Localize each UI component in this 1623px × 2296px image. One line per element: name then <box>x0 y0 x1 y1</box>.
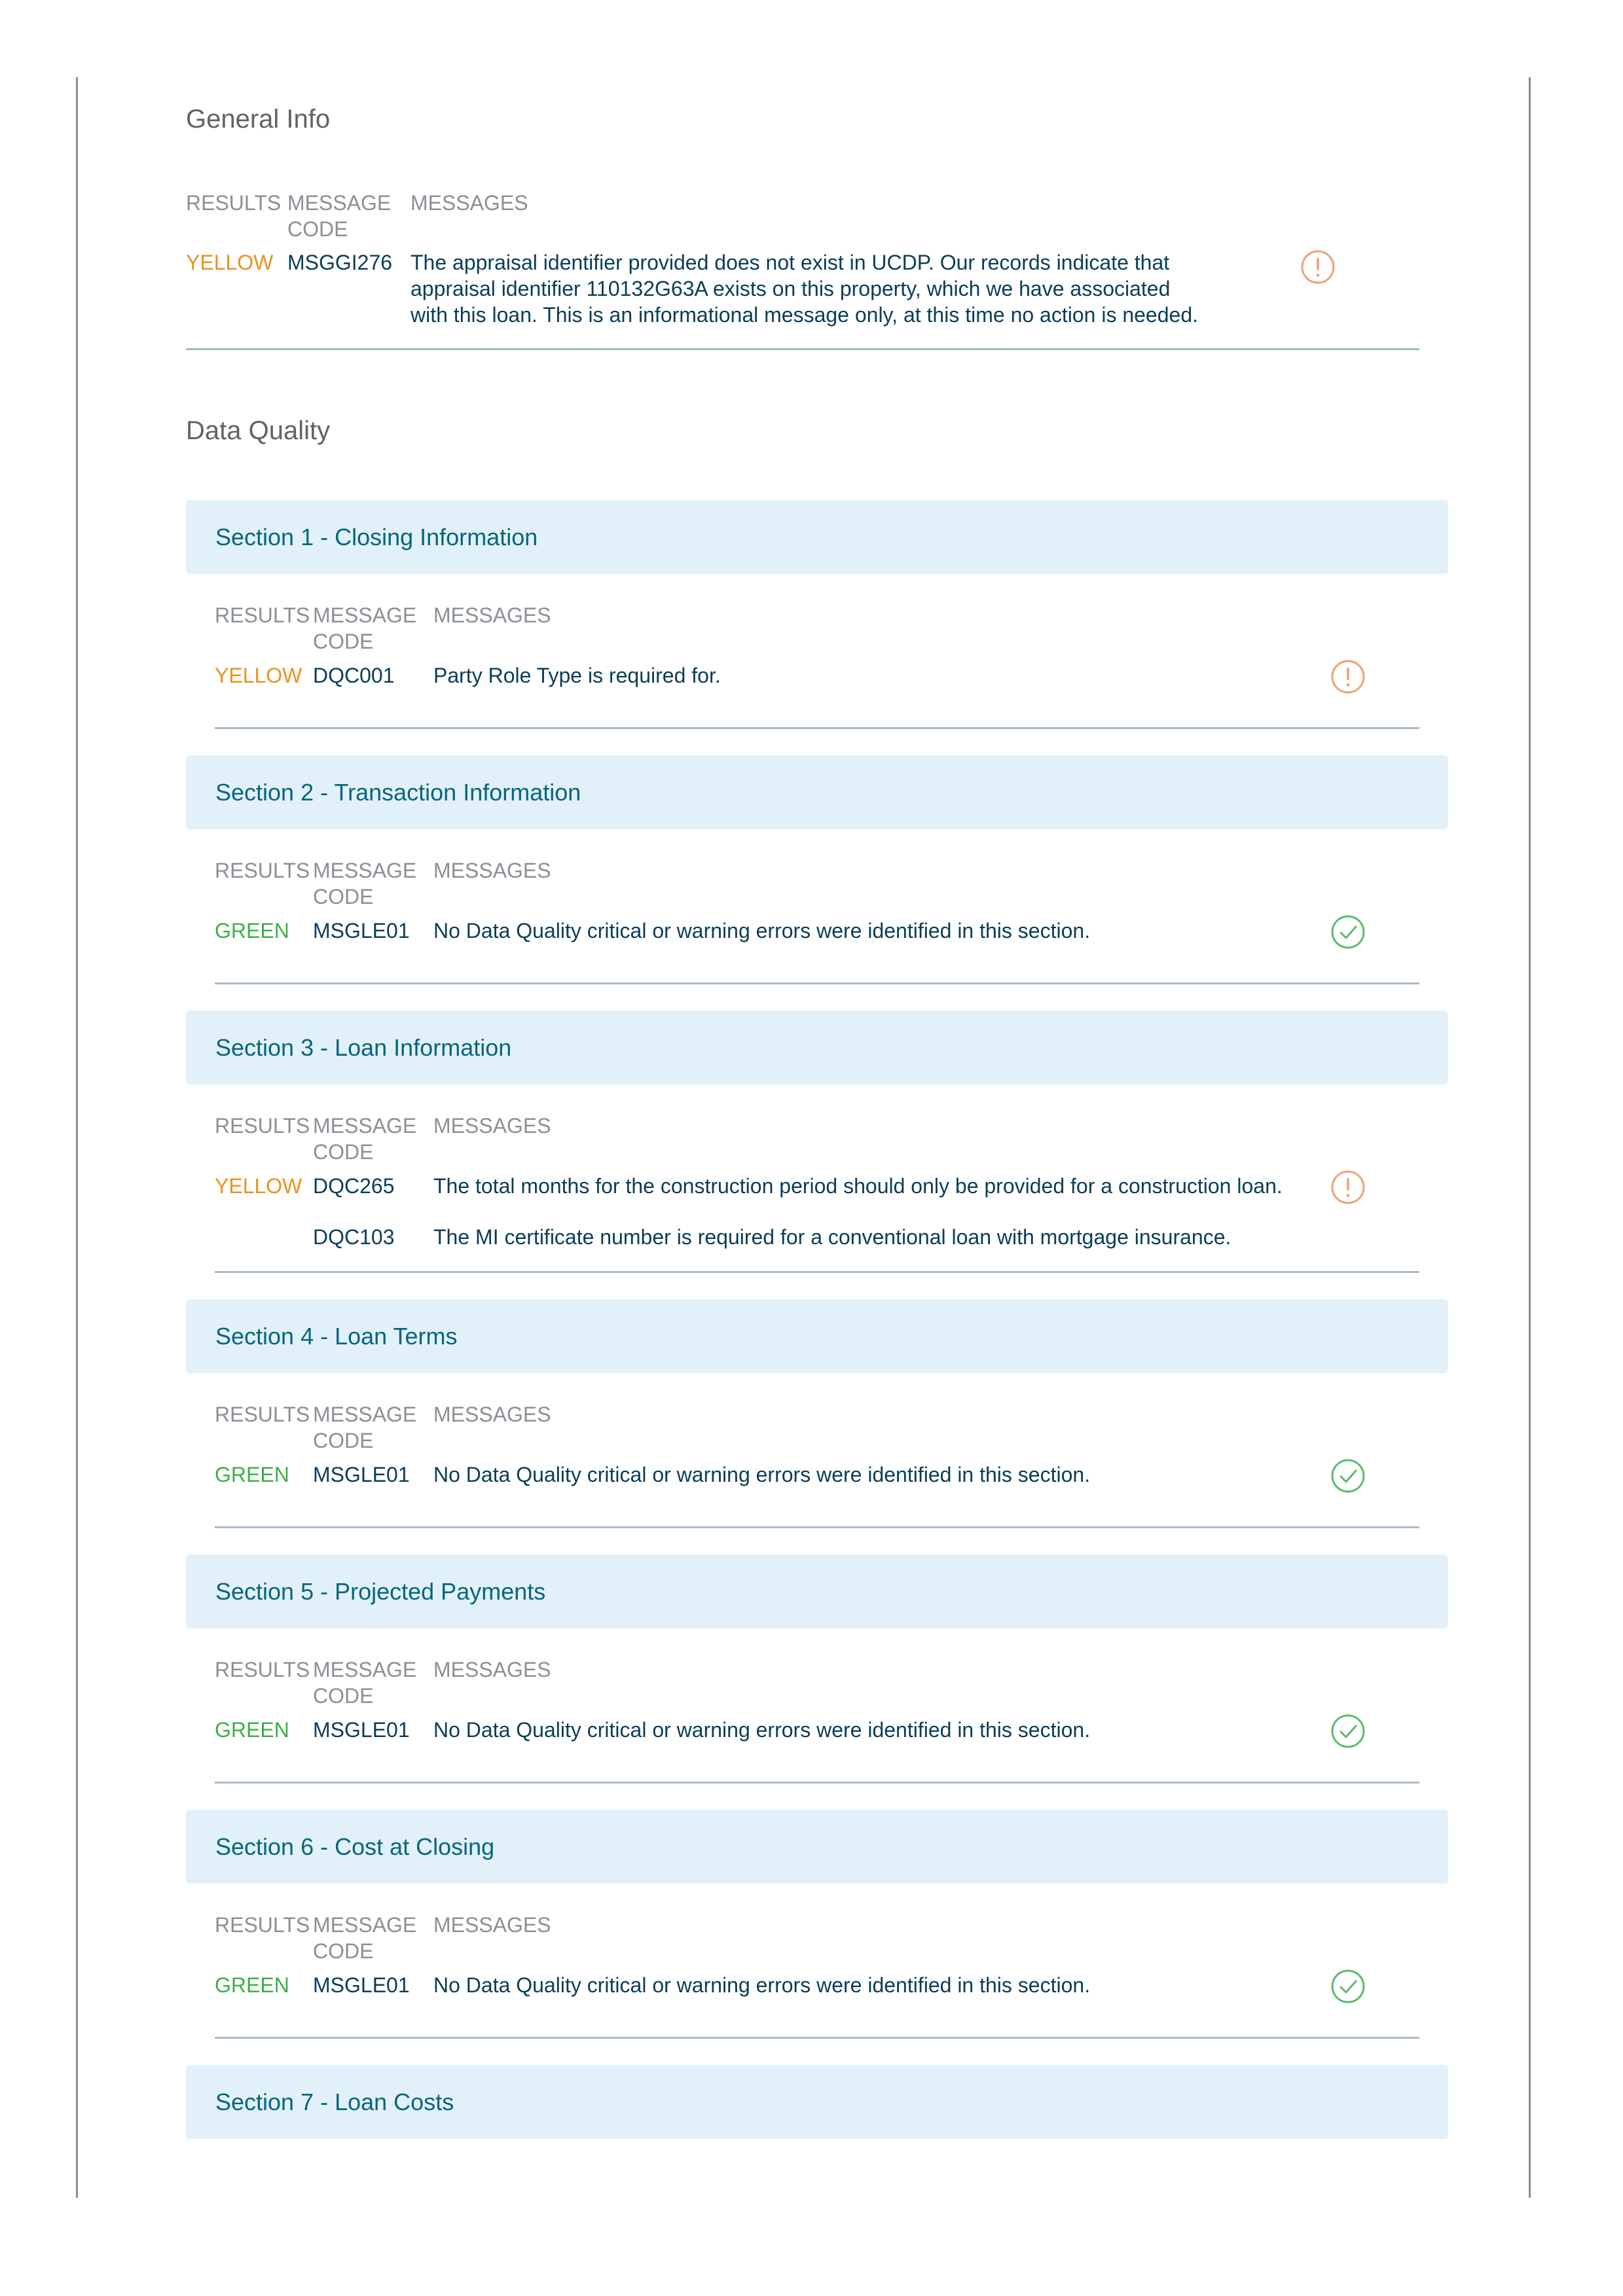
section-header-5: Section 5 - Projected Payments <box>186 1554 1448 1628</box>
row-divider <box>215 1526 1419 1528</box>
message-code: MSGLE01 <box>313 1973 410 1997</box>
result-status: GREEN <box>215 1718 289 1742</box>
message-code-header-2: CODE <box>313 1684 374 1708</box>
message-code-header-1: MESSAGE <box>313 1658 417 1681</box>
section-header-1: Section 1 - Closing Information <box>186 500 1448 574</box>
message-text: The total months for the construction pe… <box>433 1174 1283 1198</box>
section-title: Section 5 - Projected Payments <box>215 1578 546 1605</box>
row-divider <box>215 727 1419 729</box>
section-title: Section 1 - Closing Information <box>215 524 538 550</box>
section-header-2: Section 2 - Transaction Information <box>186 755 1448 829</box>
check-circle-icon <box>1330 1458 1366 1494</box>
general-info-title: General Info <box>186 105 331 134</box>
message-text-line-1: The appraisal identifier provided does n… <box>410 251 1170 274</box>
message-text: No Data Quality critical or warning erro… <box>433 1718 1091 1742</box>
result-status: YELLOW <box>186 251 274 274</box>
message-code: MSGLE01 <box>313 1463 410 1486</box>
row-divider <box>215 1271 1419 1273</box>
message-text: The MI certificate number is required fo… <box>433 1225 1231 1249</box>
warning-icon <box>1300 249 1336 285</box>
message-code-header-1: MESSAGE <box>287 191 392 215</box>
message-code-header-1: MESSAGE <box>313 1114 417 1138</box>
section-header-6: Section 6 - Cost at Closing <box>186 1810 1448 1884</box>
section-title: Section 2 - Transaction Information <box>215 779 581 806</box>
check-circle-icon <box>1330 1969 1366 2004</box>
message-code-header-2: CODE <box>313 630 374 653</box>
message-text: No Data Quality critical or warning erro… <box>433 919 1091 942</box>
results-header: RESULTS <box>215 1658 310 1681</box>
results-header: RESULTS <box>215 1913 310 1937</box>
messages-header: MESSAGES <box>433 1913 551 1937</box>
results-header: RESULTS <box>215 1403 310 1426</box>
data-quality-title: Data Quality <box>186 416 331 445</box>
check-circle-icon <box>1330 914 1366 950</box>
row-divider <box>186 348 1419 350</box>
result-status: GREEN <box>215 1463 289 1486</box>
page-right-border <box>1529 77 1531 2198</box>
message-code-header-2: CODE <box>313 1429 374 1452</box>
row-divider <box>215 2037 1419 2039</box>
result-status: GREEN <box>215 919 289 942</box>
warning-icon <box>1330 659 1366 694</box>
message-code-header-1: MESSAGE <box>313 1403 417 1426</box>
results-header: RESULTS <box>215 1114 310 1138</box>
section-title: Section 6 - Cost at Closing <box>215 1833 495 1860</box>
message-code: DQC103 <box>313 1225 395 1249</box>
row-divider <box>215 1782 1419 1784</box>
message-code: DQC265 <box>313 1174 395 1198</box>
results-header: RESULTS <box>215 859 310 882</box>
page-left-border <box>76 77 78 2198</box>
message-text: No Data Quality critical or warning erro… <box>433 1973 1091 1997</box>
section-title: Section 4 - Loan Terms <box>215 1323 458 1350</box>
section-header-7: Section 7 - Loan Costs <box>186 2065 1448 2139</box>
message-text: Party Role Type is required for. <box>433 664 721 687</box>
warning-icon <box>1330 1170 1366 1205</box>
message-code-header-1: MESSAGE <box>313 1913 417 1937</box>
message-code-header-1: MESSAGE <box>313 859 417 882</box>
messages-header: MESSAGES <box>433 603 551 627</box>
message-code: MSGGI276 <box>287 251 393 274</box>
section-title: Section 3 - Loan Information <box>215 1034 512 1061</box>
message-text-line-2: appraisal identifier 110132G63A exists o… <box>410 277 1171 300</box>
section-title: Section 7 - Loan Costs <box>215 2089 454 2115</box>
section-header-3: Section 3 - Loan Information <box>186 1011 1448 1085</box>
messages-header: MESSAGES <box>433 1658 551 1681</box>
message-code-header-2: CODE <box>287 217 348 241</box>
result-status: YELLOW <box>215 664 302 687</box>
result-status: YELLOW <box>215 1174 302 1198</box>
message-code-header-2: CODE <box>313 1140 374 1164</box>
check-circle-icon <box>1330 1713 1366 1749</box>
messages-header: MESSAGES <box>433 1403 551 1426</box>
message-text: No Data Quality critical or warning erro… <box>433 1463 1091 1486</box>
section-header-4: Section 4 - Loan Terms <box>186 1299 1448 1373</box>
message-text-line-3: with this loan. This is an informational… <box>410 303 1198 327</box>
results-header: RESULTS <box>215 603 310 627</box>
row-divider <box>215 982 1419 984</box>
messages-header: MESSAGES <box>433 1114 551 1138</box>
message-code: DQC001 <box>313 664 395 687</box>
result-status: GREEN <box>215 1973 289 1997</box>
message-code-header-2: CODE <box>313 885 374 908</box>
message-code-header-1: MESSAGE <box>313 603 417 627</box>
results-header: RESULTS <box>186 191 282 215</box>
messages-header: MESSAGES <box>410 191 528 215</box>
message-code: MSGLE01 <box>313 919 410 942</box>
message-code: MSGLE01 <box>313 1718 410 1742</box>
message-code-header-2: CODE <box>313 1939 374 1963</box>
messages-header: MESSAGES <box>433 859 551 882</box>
